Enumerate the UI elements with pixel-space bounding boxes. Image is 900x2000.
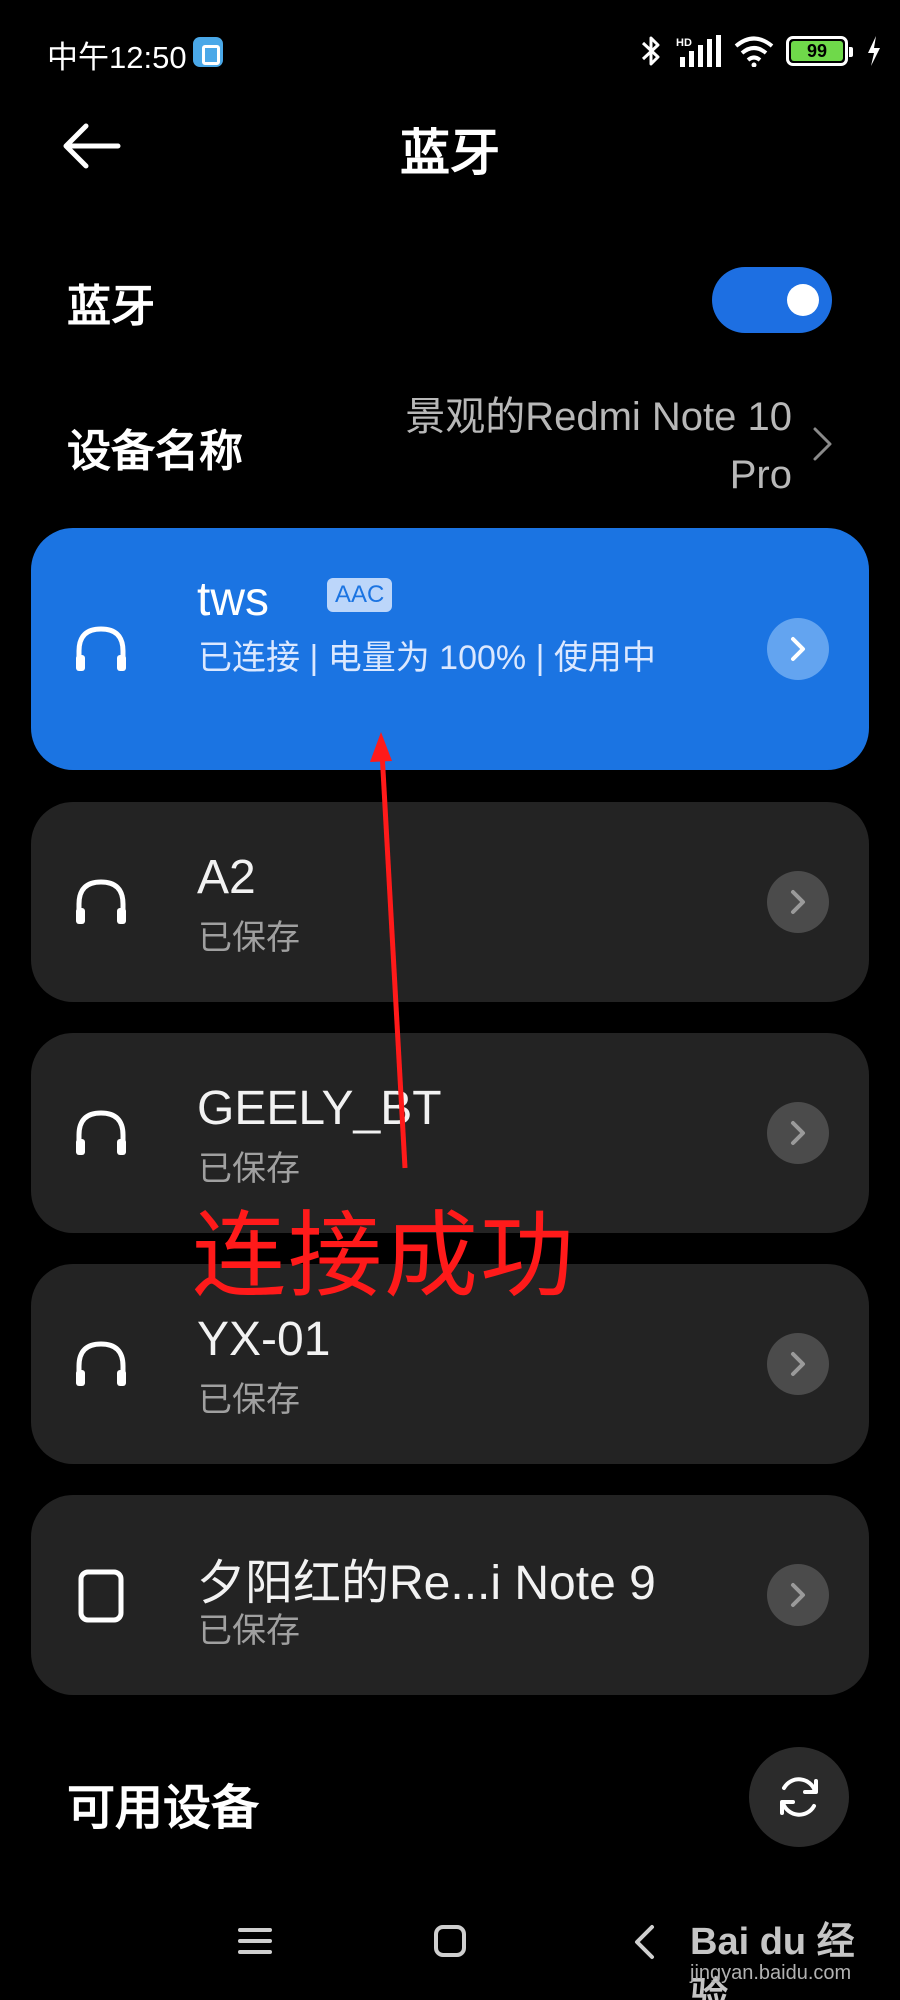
device-name: tws <box>197 573 269 626</box>
annotation-text: 连接成功 <box>192 1203 577 1308</box>
headphones-icon <box>76 626 126 671</box>
device-name: A2 <box>197 851 256 904</box>
watermark-url: jingyan.baidu.com <box>690 1962 852 1984</box>
device-name: GEELY_BT <box>197 1082 442 1135</box>
chevron-right-icon <box>791 1121 805 1145</box>
refresh-icon <box>780 1777 818 1817</box>
bluetooth-status-icon <box>641 36 660 66</box>
device-status: 已保存 <box>198 919 300 957</box>
device-name: 夕阳红的Re...i Note 9 <box>197 1557 656 1610</box>
device-card-a2[interactable]: A2 已保存 <box>31 802 869 1002</box>
chevron-right-icon <box>791 890 805 914</box>
battery-icon: 99 <box>786 36 853 66</box>
app-notification-icon <box>193 37 223 67</box>
device-detail-button[interactable] <box>767 618 829 680</box>
network-label: HD <box>676 37 692 49</box>
device-card-tws[interactable]: tws AAC 已连接 | 电量为 100% | 使用中 <box>31 528 869 770</box>
chevron-right-icon[interactable] <box>812 426 834 462</box>
chevron-right-icon <box>791 1583 805 1607</box>
home-button[interactable] <box>434 1925 466 1957</box>
signal-icon: HD <box>676 35 721 67</box>
device-name-value[interactable]: 景观的Redmi Note 10 Pro <box>372 388 792 504</box>
watermark-logo: Bai du 经验 <box>690 1921 855 2000</box>
wifi-icon <box>734 36 774 67</box>
recent-apps-icon[interactable] <box>238 1926 272 1956</box>
device-name: YX-01 <box>197 1313 331 1366</box>
device-detail-button[interactable] <box>767 1564 829 1626</box>
device-status: 已保存 <box>198 1612 300 1650</box>
page-title: 蓝牙 <box>400 125 500 181</box>
toggle-knob <box>787 284 819 316</box>
device-status: 已连接 | 电量为 100% | 使用中 <box>198 639 656 677</box>
phone-icon <box>78 1569 124 1623</box>
status-time: 中午12:50 <box>47 40 187 75</box>
available-devices-label: 可用设备 <box>67 1782 260 1835</box>
bluetooth-toggle[interactable] <box>712 267 832 333</box>
device-status: 已保存 <box>198 1381 300 1419</box>
bluetooth-label: 蓝牙 <box>67 282 155 331</box>
headphones-icon <box>76 879 126 924</box>
refresh-button[interactable] <box>749 1747 849 1847</box>
battery-level: 99 <box>791 41 843 61</box>
baidu-watermark: Bai du 经验 jingyan.baidu.com <box>690 1910 890 2000</box>
status-icons: HD 99 <box>638 34 882 68</box>
charging-icon <box>868 36 880 66</box>
nav-back-icon[interactable] <box>632 1923 656 1961</box>
device-card-redmi-note-9[interactable]: 夕阳红的Re...i Note 9 已保存 <box>31 1495 869 1695</box>
status-bar: 中午12:50 HD 99 <box>0 0 900 100</box>
device-detail-button[interactable] <box>767 1333 829 1395</box>
headphones-icon <box>76 1110 126 1155</box>
device-detail-button[interactable] <box>767 1102 829 1164</box>
device-name-label[interactable]: 设备名称 <box>67 415 243 479</box>
codec-badge: AAC <box>327 578 393 612</box>
chevron-right-icon <box>791 637 805 661</box>
chevron-right-icon <box>791 1352 805 1376</box>
device-detail-button[interactable] <box>767 871 829 933</box>
headphones-icon <box>76 1341 126 1386</box>
